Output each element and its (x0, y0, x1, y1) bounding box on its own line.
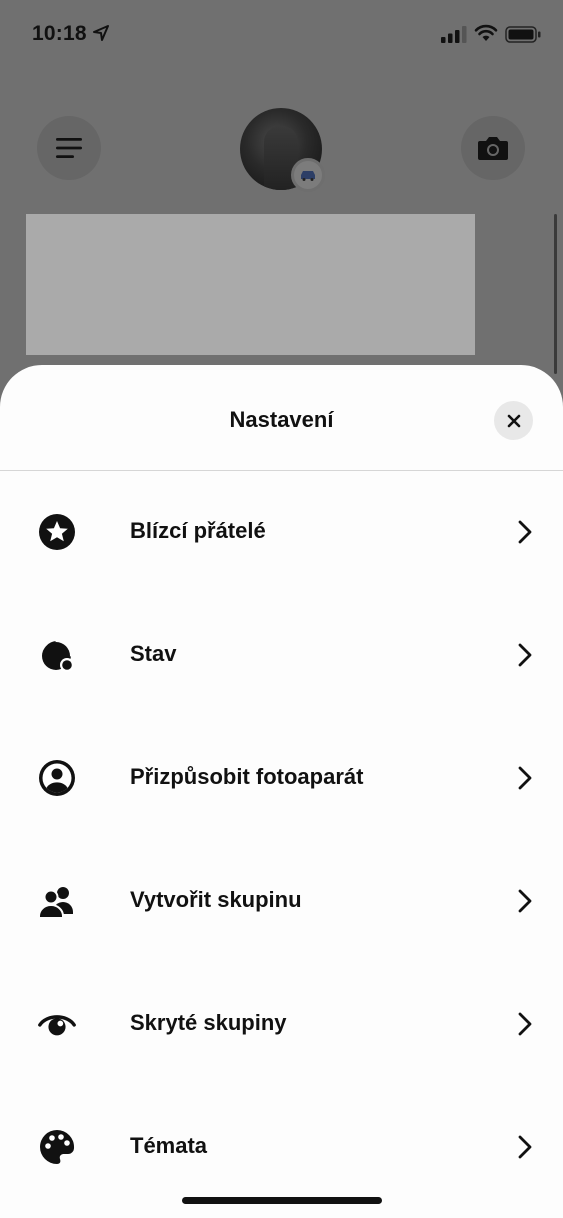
avatar-badge (291, 158, 325, 192)
settings-item-label: Přizpůsobit fotoaparát (130, 764, 364, 789)
sheet-title: Nastavení (229, 407, 334, 432)
car-icon (301, 171, 315, 181)
location-arrow-icon (93, 25, 109, 41)
close-button[interactable] (494, 401, 533, 440)
chevron-right-icon (518, 643, 532, 667)
camera-icon (478, 137, 508, 160)
status-bar: 10:18 (0, 0, 563, 70)
wifi-icon (474, 24, 498, 41)
chevron-right-icon (518, 1135, 532, 1159)
settings-item-status[interactable]: Stav (0, 594, 563, 717)
chevron-right-icon (518, 889, 532, 913)
settings-list: Blízcí přátelé Stav Přizpůsobit fotoapar… (0, 471, 563, 1209)
sheet-header: Nastavení (0, 365, 563, 471)
user-circle-icon (37, 758, 77, 798)
star-circle-icon (37, 512, 77, 552)
settings-item-hidden-groups[interactable]: Skryté skupiny (0, 963, 563, 1086)
settings-item-customize-camera[interactable]: Přizpůsobit fotoaparát (0, 717, 563, 840)
settings-item-themes[interactable]: Témata (0, 1086, 563, 1209)
group-icon (37, 881, 77, 921)
settings-item-label: Blízcí přátelé (130, 518, 266, 543)
eye-icon (37, 1004, 77, 1044)
menu-icon (56, 138, 82, 158)
status-icon (37, 635, 77, 675)
chevron-right-icon (518, 1012, 532, 1036)
chevron-right-icon (518, 766, 532, 790)
scrollbar (554, 214, 557, 374)
home-indicator[interactable] (182, 1197, 382, 1204)
settings-item-label: Témata (130, 1133, 208, 1158)
settings-sheet: Nastavení Blízcí přátelé Stav Přizpůsobi… (0, 365, 563, 1218)
close-icon (507, 414, 520, 427)
settings-item-create-group[interactable]: Vytvořit skupinu (0, 840, 563, 963)
cellular-signal-icon (441, 26, 467, 43)
battery-icon (505, 26, 541, 43)
palette-icon (37, 1127, 77, 1167)
settings-item-label: Stav (130, 641, 177, 666)
story-placeholder (26, 214, 475, 355)
menu-button[interactable] (37, 116, 101, 180)
chevron-right-icon (518, 520, 532, 544)
settings-item-label: Vytvořit skupinu (130, 887, 302, 912)
settings-item-close-friends[interactable]: Blízcí přátelé (0, 471, 563, 594)
camera-button[interactable] (461, 116, 525, 180)
settings-item-label: Skryté skupiny (130, 1010, 287, 1035)
status-time: 10:18 (32, 22, 87, 45)
